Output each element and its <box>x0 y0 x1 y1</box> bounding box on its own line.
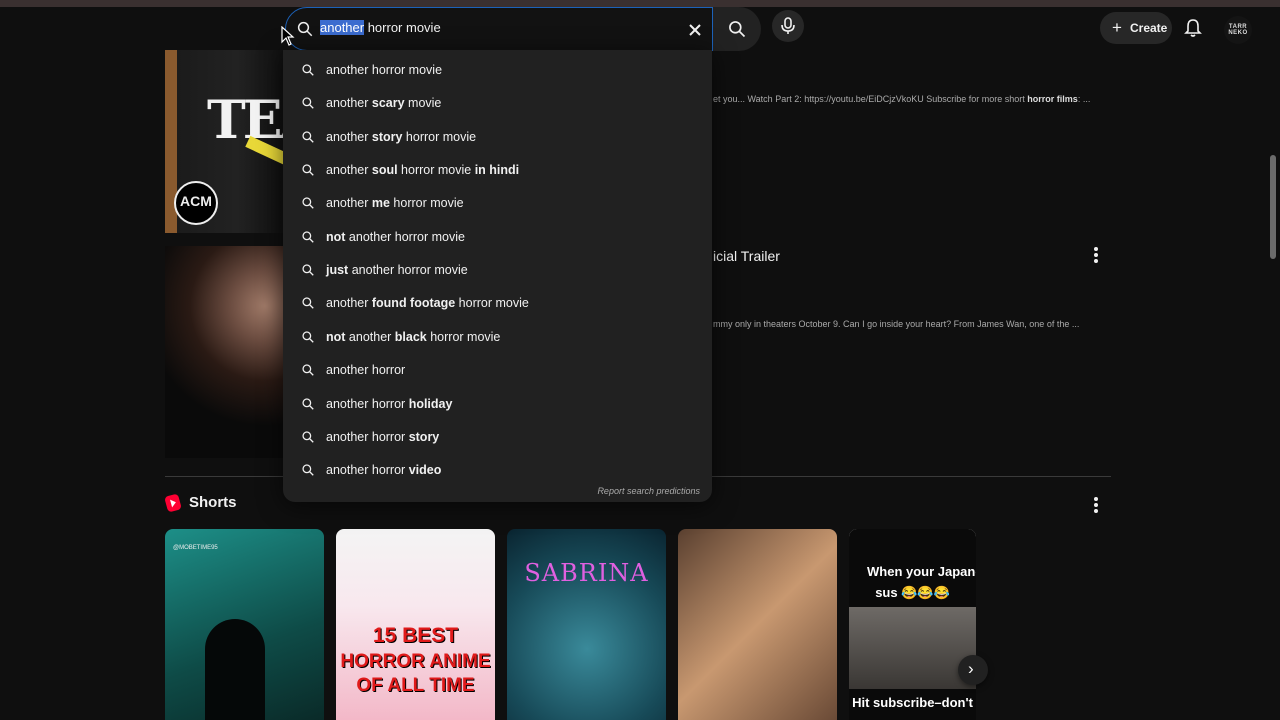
suggestion-text: another me horror movie <box>326 196 464 211</box>
video-title[interactable]: icial Trailer <box>713 248 780 264</box>
create-button[interactable]: + Create <box>1100 12 1172 44</box>
suggestion-item[interactable]: another scary movie <box>283 86 712 119</box>
shorts-title: Shorts <box>189 494 237 511</box>
suggestion-text: another horror <box>326 363 406 378</box>
suggestion-item[interactable]: another story horror movie <box>283 120 712 153</box>
voice-search-button[interactable] <box>772 10 804 42</box>
search-icon <box>302 397 314 410</box>
channel-logo: ACM <box>174 181 218 225</box>
search-icon <box>302 131 314 143</box>
plus-icon: + <box>1112 18 1122 37</box>
video-description: et you... Watch Part 2: https://youtu.be… <box>713 94 1091 104</box>
suggestion-item[interactable]: not another horror movie <box>283 220 712 253</box>
short-card[interactable]: 15 BEST HORROR ANIME OF ALL TIME <box>336 529 495 720</box>
short-figure <box>205 619 265 720</box>
suggestion-text: another horror movie <box>326 63 443 77</box>
short-title-line: OF ALL TIME <box>356 675 475 696</box>
short-caption: When your Japanese <box>867 564 976 579</box>
suggestion-text: another found footage horror movie <box>326 296 529 311</box>
thumbnail-text: TEAC <box>207 90 285 151</box>
suggestion-item[interactable]: another horror <box>283 353 712 386</box>
mouse-cursor-icon <box>281 26 295 46</box>
short-caption: sus 😂😂😂 <box>875 585 950 600</box>
suggestion-text: not another horror movie <box>326 229 465 244</box>
suggestion-item[interactable]: another horror story <box>283 420 712 453</box>
suggestion-item[interactable]: just another horror movie <box>283 253 712 286</box>
suggestion-text: just another horror movie <box>326 263 468 278</box>
scrollbar-thumb[interactable] <box>1270 155 1276 259</box>
short-image <box>849 607 976 689</box>
shorts-next-button[interactable]: › <box>958 655 988 685</box>
search-icon <box>302 97 314 110</box>
suggestion-text: another horror holiday <box>326 396 453 411</box>
browser-top-strip <box>0 0 1280 7</box>
search-icon <box>302 464 314 476</box>
search-icon <box>302 264 314 276</box>
short-card[interactable]: @MOBETIME95 <box>165 529 324 720</box>
search-icon <box>302 64 314 76</box>
suggestion-text: another story horror movie <box>326 129 477 144</box>
search-icon <box>302 197 314 210</box>
short-card[interactable]: When your Japanese sus 😂😂😂 Hit subscribe… <box>849 529 976 720</box>
search-icon <box>297 21 313 37</box>
video-thumbnail[interactable] <box>165 246 285 458</box>
search-query-selected: another <box>320 20 365 35</box>
search-icon <box>302 231 314 243</box>
short-title-line: 15 BEST <box>372 624 459 647</box>
suggestion-item[interactable]: not another black horror movie <box>283 320 712 353</box>
chevron-right-icon: › <box>968 659 974 678</box>
suggestion-item[interactable]: another horror video <box>283 453 712 486</box>
suggestion-text: another soul horror movie in hindi <box>326 163 520 178</box>
suggestion-text: another horror video <box>326 463 442 478</box>
report-predictions-link[interactable]: Report search predictions <box>597 486 700 496</box>
search-icon <box>302 431 314 443</box>
avatar[interactable]: TARR NEKO <box>1224 16 1252 44</box>
short-title: SABRINA <box>524 559 649 587</box>
search-button[interactable] <box>713 7 761 51</box>
more-actions-icon[interactable] <box>1094 247 1098 265</box>
short-caption: Hit subscribe–don't <box>852 695 973 710</box>
scrollbar[interactable] <box>1266 0 1280 720</box>
suggestion-item[interactable]: another me horror movie <box>283 186 712 219</box>
short-card[interactable] <box>678 529 837 720</box>
notifications-bell-icon[interactable] <box>1184 18 1202 38</box>
short-card[interactable]: SABRINA <box>507 529 666 720</box>
search-query[interactable]: another horror movie <box>320 20 441 35</box>
search-suggestions-dropdown: another horror movie another scary movie a… <box>283 50 712 502</box>
video-description: mmy only in theaters October 9. Can I go… <box>713 319 1080 329</box>
search-input[interactable]: another horror movie <box>285 7 713 51</box>
suggestion-text: not another black horror movie <box>326 329 501 344</box>
short-channel-tag: @MOBETIME95 <box>173 545 218 551</box>
search-icon <box>302 164 314 176</box>
search-icon <box>302 297 314 310</box>
search-icon <box>729 21 746 38</box>
suggestion-item[interactable]: another found footage horror movie <box>283 286 712 319</box>
search-icon <box>302 331 314 343</box>
microphone-icon <box>781 17 795 34</box>
more-actions-icon[interactable] <box>1094 497 1098 515</box>
suggestion-text: another horror story <box>326 429 440 444</box>
short-title-line: HORROR ANIME <box>340 651 491 672</box>
suggestion-item[interactable]: another horror holiday <box>283 387 712 420</box>
search-icon <box>302 364 314 376</box>
search-query-rest: horror movie <box>364 20 441 35</box>
shorts-logo-icon <box>164 493 182 513</box>
create-label: Create <box>1130 21 1168 35</box>
clear-search-icon[interactable] <box>682 17 708 43</box>
suggestion-text: another scary movie <box>326 96 442 111</box>
video-thumbnail[interactable]: TEAC ACM <box>165 50 285 233</box>
suggestion-item[interactable]: another soul horror movie in hindi <box>283 153 712 186</box>
suggestion-item[interactable]: another horror movie <box>283 53 712 86</box>
